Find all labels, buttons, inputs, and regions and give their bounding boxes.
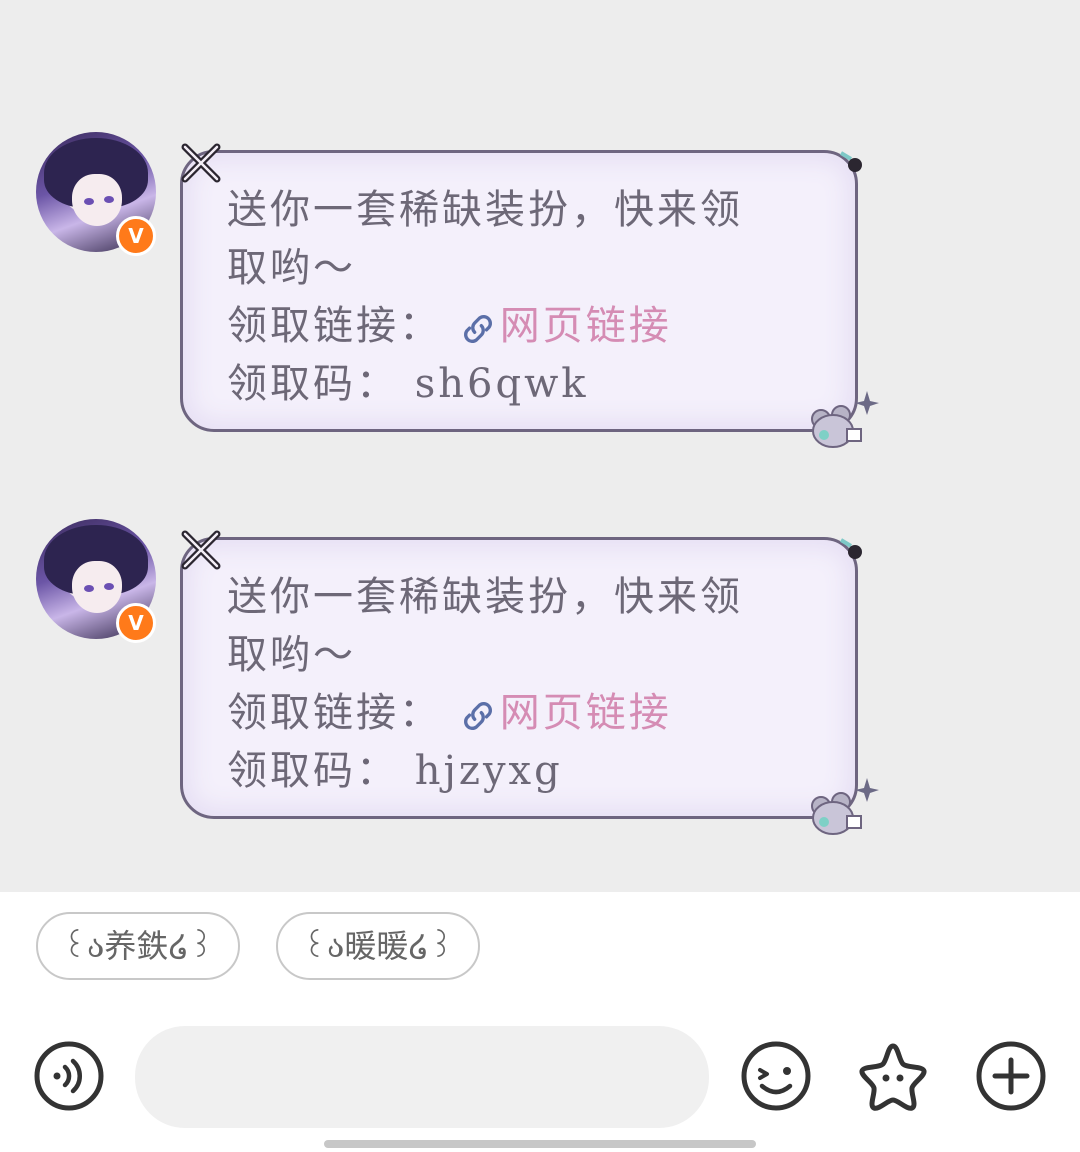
link-label: 领取链接： [227, 303, 442, 349]
code-label: 领取码： [227, 748, 399, 794]
link-label: 领取链接： [227, 690, 442, 736]
bottom-panel: ꒰ა养鉄໒꒱ ꒰ა暖暖໒꒱ [0, 892, 1080, 1152]
chat-area: V 送你一套稀缺装扮，快来领 取哟～ 领取链接： 网页链接 领取码： sh6qw… [0, 0, 1080, 892]
code-label: 领取码： [227, 361, 399, 407]
code-value: sh6qwk [414, 361, 589, 407]
quick-reply-chip[interactable]: ꒰ა暖暖໒꒱ [276, 912, 480, 980]
bear-sticker-icon [811, 391, 879, 448]
voice-icon[interactable] [33, 1040, 105, 1112]
message-text: 送你一套稀缺装扮，快来领 取哟～ 领取链接： 网页链接 领取码： hjzyxg [227, 568, 817, 800]
link-icon [463, 315, 492, 343]
bow-decoration-icon [181, 143, 221, 183]
message-line: 送你一套稀缺装扮，快来领 [227, 574, 743, 620]
message-line: 取哟～ [227, 632, 356, 678]
emoji-icon[interactable] [740, 1040, 812, 1112]
quick-reply-chip[interactable]: ꒰ა养鉄໒꒱ [36, 912, 240, 980]
message-bubble[interactable]: 送你一套稀缺装扮，快来领 取哟～ 领取链接： 网页链接 领取码： hjzyxg [180, 530, 879, 835]
message-row: V 送你一套稀缺装扮，快来领 取哟～ [0, 519, 1080, 839]
code-value: hjzyxg [414, 748, 563, 794]
ribbon-knob-icon [839, 538, 862, 559]
web-link[interactable]: 网页链接 [500, 690, 672, 736]
link-icon [463, 702, 492, 730]
message-bubble[interactable]: 送你一套稀缺装扮，快来领 取哟～ 领取链接： 网页链接 领取码： sh6qwk [180, 143, 879, 448]
message-input[interactable] [135, 1026, 709, 1128]
bow-decoration-icon [181, 530, 221, 570]
ribbon-knob-icon [839, 151, 862, 172]
message-row: V 送你一套稀缺装扮，快来领 取哟～ [0, 132, 1080, 452]
bear-sticker-icon [811, 778, 879, 835]
message-line: 取哟～ [227, 245, 356, 291]
verified-badge: V [116, 603, 156, 643]
message-line: 送你一套稀缺装扮，快来领 [227, 187, 743, 233]
verified-badge: V [116, 216, 156, 256]
plus-icon[interactable] [975, 1040, 1047, 1112]
home-indicator[interactable] [324, 1140, 756, 1148]
star-icon[interactable] [857, 1040, 929, 1112]
message-text: 送你一套稀缺装扮，快来领 取哟～ 领取链接： 网页链接 领取码： sh6qwk [227, 181, 817, 413]
web-link[interactable]: 网页链接 [500, 303, 672, 349]
